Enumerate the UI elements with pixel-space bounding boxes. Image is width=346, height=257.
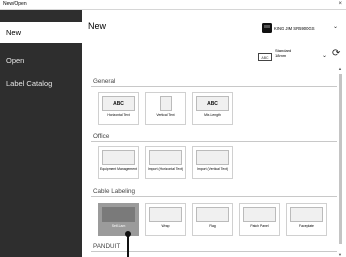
title-bar: New/Open ×: [0, 0, 346, 10]
template-card-import-horizontal[interactable]: Import (Horizontal Text): [145, 146, 186, 179]
card-label: Self-Lam: [111, 224, 126, 228]
sidebar-item-label-catalog[interactable]: Label Catalog: [0, 73, 82, 94]
section-divider: [91, 196, 337, 197]
patch-panel-icon: [243, 207, 276, 222]
card-label: Flag: [209, 224, 216, 228]
scrollbar-thumb[interactable]: [339, 74, 342, 244]
card-label: Horizontal Text: [107, 113, 130, 117]
template-card-equipment-management[interactable]: Equipment Management: [98, 146, 139, 179]
section-title-cable-labeling: Cable Labeling: [93, 188, 136, 195]
template-card-horizontal-text[interactable]: ABC Horizontal Text: [98, 92, 139, 125]
card-label: Vertical Text: [156, 113, 175, 117]
section-title-panduit: PANDUIT: [93, 243, 121, 250]
sidebar: New Open Label Catalog: [0, 10, 82, 257]
page-title: New: [88, 21, 107, 31]
section-divider: [91, 141, 337, 142]
scroll-up-icon[interactable]: ▲: [338, 66, 342, 71]
import-vertical-icon: [196, 150, 229, 165]
template-card-vertical-text[interactable]: Vertical Text: [145, 92, 186, 125]
refresh-icon[interactable]: ⟳: [332, 48, 340, 59]
section-divider: [91, 86, 337, 87]
flag-icon: [196, 207, 229, 222]
close-icon[interactable]: ×: [338, 0, 342, 9]
sidebar-item-new[interactable]: New: [0, 22, 82, 43]
mouse-cursor-icon: [125, 231, 131, 257]
template-card-flag[interactable]: Flag: [192, 203, 233, 236]
chevron-down-icon[interactable]: ⌄: [333, 23, 338, 30]
printer-icon: [262, 23, 272, 33]
faceplate-icon: [290, 207, 323, 222]
window-title: New/Open: [3, 1, 27, 7]
scroll-down-icon[interactable]: ▼: [338, 252, 342, 257]
equipment-management-icon: [102, 150, 135, 165]
vertical-text-icon: [160, 96, 172, 111]
tape-selector[interactable]: Standard 18mm: [275, 48, 291, 59]
sidebar-item-open[interactable]: Open: [0, 50, 82, 71]
mix-length-icon: ABC: [196, 96, 229, 111]
template-card-patch-panel[interactable]: Patch Panel: [239, 203, 280, 236]
tape-width-label: 18mm: [275, 52, 287, 58]
template-card-faceplate[interactable]: Faceplate: [286, 203, 327, 236]
template-list: General ABC Horizontal Text Vertical Tex…: [82, 66, 338, 257]
vertical-scrollbar[interactable]: ▲ ▼: [337, 66, 344, 257]
self-lam-icon: [102, 207, 135, 222]
section-title-office: Office: [93, 133, 110, 140]
card-label: Patch Panel: [250, 224, 269, 228]
card-label: Equipment Management: [100, 167, 137, 171]
card-label: Mix-Length: [204, 113, 221, 117]
tape-icon: ABC: [258, 53, 272, 61]
template-card-wrap[interactable]: Wrap: [145, 203, 186, 236]
horizontal-text-icon: ABC: [102, 96, 135, 111]
printer-selector[interactable]: KING JIM SR5900GS: [274, 26, 315, 31]
section-title-general: General: [93, 78, 116, 85]
import-horizontal-icon: [149, 150, 182, 165]
card-label: Import (Vertical Text): [196, 167, 229, 171]
card-label: Wrap: [161, 224, 170, 228]
template-card-mix-length[interactable]: ABC Mix-Length: [192, 92, 233, 125]
template-card-import-vertical[interactable]: Import (Vertical Text): [192, 146, 233, 179]
main-panel: New KING JIM SR5900GS ⌄ ABC Standard 18m…: [82, 10, 346, 257]
wrap-icon: [149, 207, 182, 222]
template-card-self-lam[interactable]: Self-Lam: [98, 203, 139, 236]
chevron-down-icon[interactable]: ⌄: [322, 52, 327, 59]
card-label: Faceplate: [299, 224, 314, 228]
card-label: Import (Horizontal Text): [147, 167, 184, 171]
